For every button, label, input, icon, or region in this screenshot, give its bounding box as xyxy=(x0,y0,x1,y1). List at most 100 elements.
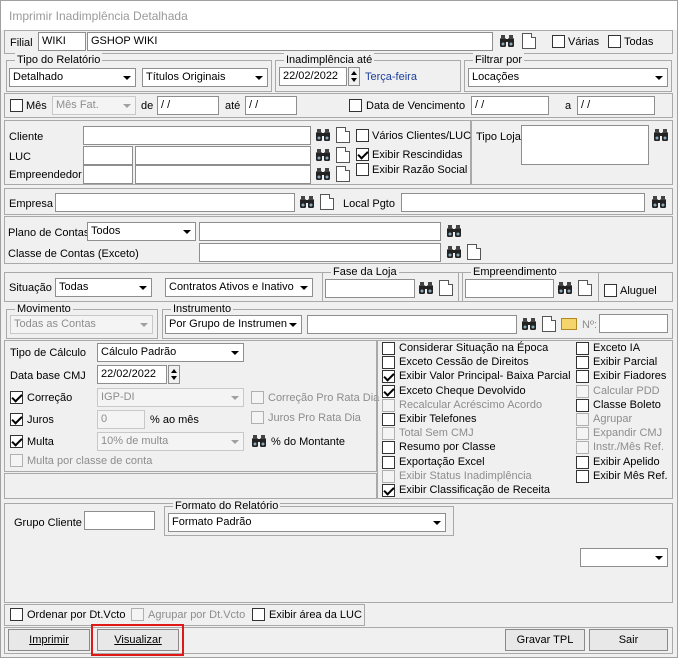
correcao-checkbox[interactable] xyxy=(10,391,23,404)
mes-select[interactable]: Mês Fat. xyxy=(52,96,136,115)
imprimir-button[interactable]: Imprimir xyxy=(8,629,90,651)
fase-loja-input[interactable] xyxy=(325,279,415,298)
multa-classe-checkbox[interactable] xyxy=(10,454,23,467)
option-checkbox[interactable] xyxy=(382,398,395,412)
binoculars-icon[interactable] xyxy=(315,166,331,182)
option-checkbox[interactable] xyxy=(382,469,395,483)
binoculars-icon[interactable] xyxy=(446,223,462,239)
page-icon[interactable] xyxy=(336,127,350,143)
local-pgto-input[interactable] xyxy=(401,193,645,212)
option-checkbox[interactable] xyxy=(576,441,589,455)
grupo-cliente-input[interactable] xyxy=(84,511,155,530)
de-date-input[interactable]: / / xyxy=(157,96,219,115)
binoculars-icon[interactable] xyxy=(299,194,315,210)
aluguel-checkbox[interactable] xyxy=(604,284,617,297)
titulos-select[interactable]: Títulos Originais xyxy=(142,68,268,87)
option-checkbox[interactable] xyxy=(382,455,395,469)
filtrar-select[interactable]: Locações xyxy=(468,68,668,87)
page-icon[interactable] xyxy=(578,280,592,296)
binoculars-icon[interactable] xyxy=(651,194,667,210)
plano-contas-select[interactable]: Todos xyxy=(87,222,196,241)
movimento-select[interactable]: Todas as Contas xyxy=(10,315,153,334)
tipo-loja-list[interactable] xyxy=(521,125,649,165)
option-checkbox[interactable] xyxy=(382,384,395,398)
contratos-select[interactable]: Contratos Ativos e Inativo xyxy=(165,278,313,297)
empreendedor-code-input[interactable] xyxy=(83,165,133,184)
ate-date-input[interactable]: / / xyxy=(245,96,297,115)
option-checkbox[interactable] xyxy=(382,484,395,497)
extra-select[interactable] xyxy=(580,548,668,567)
binoculars-icon[interactable] xyxy=(499,33,515,49)
venc-ate-input[interactable]: / / xyxy=(577,96,655,115)
empresa-input[interactable] xyxy=(55,193,295,212)
varios-clientes-checkbox[interactable] xyxy=(356,129,369,142)
tipo-calculo-select[interactable]: Cálculo Padrão xyxy=(97,343,244,362)
option-checkbox[interactable] xyxy=(382,441,395,455)
option-checkbox[interactable] xyxy=(576,427,589,441)
page-icon[interactable] xyxy=(439,280,453,296)
empreendimento-input[interactable] xyxy=(465,279,554,298)
razao-social-checkbox[interactable] xyxy=(356,163,369,176)
date-spinner[interactable] xyxy=(348,67,360,86)
area-luc-checkbox[interactable] xyxy=(252,608,265,621)
classe-contas-input[interactable] xyxy=(199,243,441,262)
option-checkbox[interactable] xyxy=(382,413,395,426)
mes-checkbox[interactable] xyxy=(10,99,23,112)
binoculars-icon[interactable] xyxy=(251,433,267,449)
option-checkbox[interactable] xyxy=(382,427,395,441)
binoculars-icon[interactable] xyxy=(521,316,537,332)
binoculars-icon[interactable] xyxy=(557,280,573,296)
page-icon[interactable] xyxy=(336,147,350,163)
todas-checkbox[interactable] xyxy=(608,35,621,48)
binoculars-icon[interactable] xyxy=(315,147,331,163)
varias-checkbox[interactable] xyxy=(552,35,565,48)
sair-button[interactable]: Sair xyxy=(589,629,668,651)
vencimento-checkbox[interactable] xyxy=(349,99,362,112)
option-checkbox[interactable] xyxy=(576,356,589,370)
gravar-tpl-button[interactable]: Gravar TPL xyxy=(505,629,585,651)
folder-icon[interactable] xyxy=(561,318,577,330)
correcao-pro-rata-checkbox[interactable] xyxy=(251,391,264,404)
instrumento-select[interactable]: Por Grupo de Instrumen xyxy=(165,315,302,334)
binoculars-icon[interactable] xyxy=(446,244,462,260)
page-icon[interactable] xyxy=(522,33,536,49)
correcao-select[interactable]: IGP-DI xyxy=(97,388,244,407)
page-icon[interactable] xyxy=(542,316,556,332)
binoculars-icon[interactable] xyxy=(315,127,331,143)
luc-code-input[interactable] xyxy=(83,146,133,165)
option-checkbox[interactable] xyxy=(576,370,589,384)
option-checkbox[interactable] xyxy=(576,413,589,426)
formato-select[interactable]: Formato Padrão xyxy=(168,513,446,532)
inadimplencia-date-input[interactable]: 22/02/2022 xyxy=(279,67,347,86)
option-checkbox[interactable] xyxy=(576,455,589,469)
date-spinner[interactable] xyxy=(168,365,180,384)
empreendedor-name-input[interactable] xyxy=(135,165,311,184)
option-checkbox[interactable] xyxy=(576,342,589,355)
binoculars-icon[interactable] xyxy=(653,127,669,143)
page-icon[interactable] xyxy=(467,244,481,260)
cliente-input[interactable] xyxy=(83,126,311,145)
plano-contas-input[interactable] xyxy=(199,222,441,241)
luc-name-input[interactable] xyxy=(135,146,311,165)
agrupar-checkbox[interactable] xyxy=(131,608,144,621)
option-checkbox[interactable] xyxy=(382,370,395,384)
filial-name-input[interactable]: GSHOP WIKI xyxy=(87,32,493,51)
option-checkbox[interactable] xyxy=(382,356,395,370)
multa-checkbox[interactable] xyxy=(10,435,23,448)
instrumento-input[interactable] xyxy=(307,315,517,334)
juros-input[interactable]: 0 xyxy=(97,410,145,429)
option-checkbox[interactable] xyxy=(576,398,589,412)
rescindidas-checkbox[interactable] xyxy=(356,148,369,161)
option-checkbox[interactable] xyxy=(382,342,395,355)
data-base-input[interactable]: 22/02/2022 xyxy=(97,365,167,384)
numero-input[interactable] xyxy=(599,314,668,333)
juros-pro-rata-checkbox[interactable] xyxy=(251,411,264,424)
situacao-select[interactable]: Todas xyxy=(55,278,152,297)
filial-code-input[interactable]: WIKI xyxy=(38,32,86,51)
page-icon[interactable] xyxy=(336,166,350,182)
option-checkbox[interactable] xyxy=(576,384,589,398)
multa-select[interactable]: 10% de multa xyxy=(97,432,244,451)
option-checkbox[interactable] xyxy=(576,469,589,483)
ordenar-checkbox[interactable] xyxy=(10,608,23,621)
tipo-relatorio-select[interactable]: Detalhado xyxy=(9,68,136,87)
